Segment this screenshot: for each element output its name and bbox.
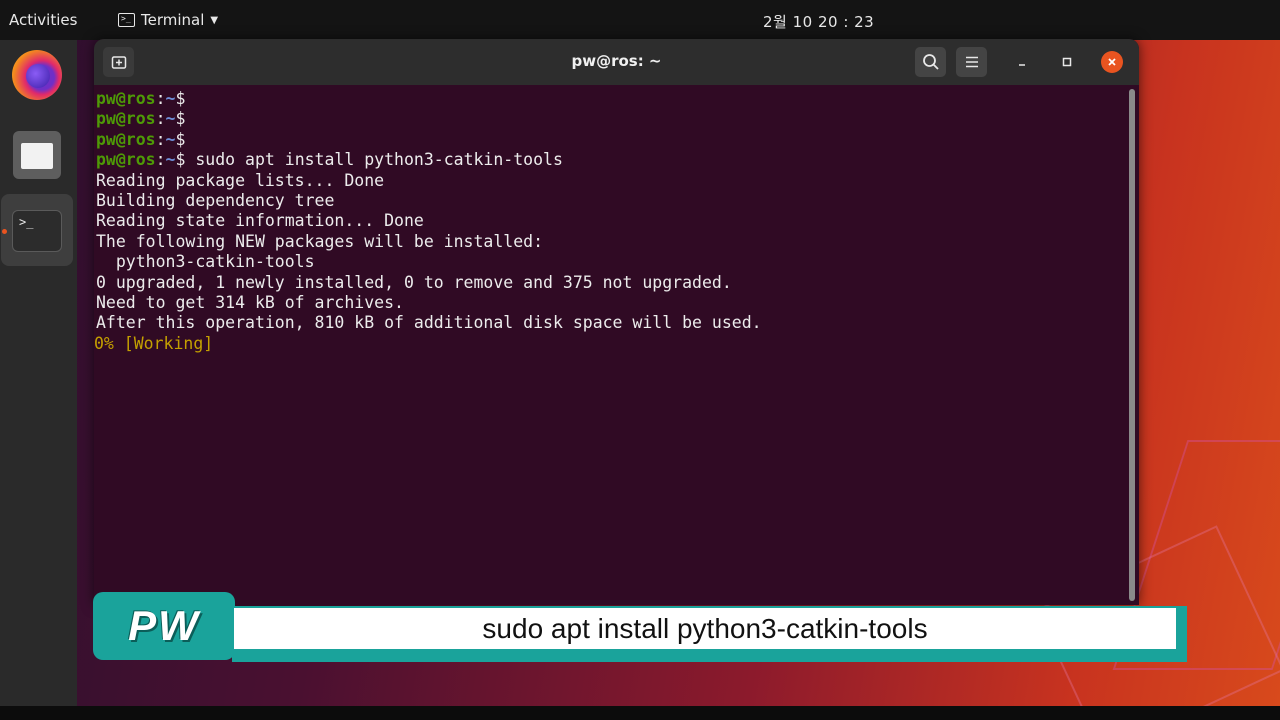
prompt-separator: : [155, 150, 166, 170]
output-line: 0 upgraded, 1 newly installed, 0 to remo… [96, 272, 732, 292]
running-indicator [2, 229, 7, 234]
prompt-path: ~ [165, 129, 176, 149]
progress-text: 0% [Working] [94, 333, 214, 353]
logo-text: PW [128, 602, 200, 649]
output-line: python3-catkin-tools [96, 252, 315, 272]
close-icon [1108, 58, 1116, 66]
caret-down-icon: ▼ [210, 14, 219, 26]
activities-button[interactable]: Activities [9, 11, 77, 29]
letterbox-bar [0, 706, 1280, 720]
prompt-path: ~ [165, 89, 176, 108]
output-line: Building dependency tree [96, 190, 335, 210]
prompt-separator: : [155, 129, 166, 149]
dock-item-files[interactable] [10, 128, 64, 182]
prompt-user: pw@ros [96, 150, 156, 170]
output-line: Reading package lists... Done [96, 170, 385, 190]
output-line: The following NEW packages will be insta… [96, 231, 544, 251]
maximize-button[interactable] [1056, 51, 1078, 73]
prompt-path: ~ [165, 109, 176, 129]
prompt-symbol: $ [175, 109, 186, 129]
minimize-button[interactable] [1011, 51, 1033, 73]
prompt-line: pw@ros:~$ [96, 130, 1126, 150]
output-line: Reading state information... Done [96, 211, 424, 231]
command-text: sudo apt install python3-catkin-tools [185, 150, 563, 170]
prompt-symbol: $ [175, 129, 186, 149]
progress-line: 0% [Working] [94, 333, 1126, 354]
dock-item-firefox[interactable] [10, 48, 64, 102]
channel-logo: PW [93, 592, 235, 660]
output-line: Need to get 314 kB of archives. [96, 292, 404, 312]
prompt-separator: : [155, 109, 166, 129]
prompt-symbol: $ [175, 150, 186, 170]
scrollbar[interactable] [1129, 89, 1135, 601]
terminal-window: pw@ros: ~ pw@ros:~$ pw@ros:~$ pw@ros:~$ … [94, 39, 1139, 605]
prompt-separator: : [155, 89, 166, 108]
clock[interactable]: 2월 10 20 : 23 [763, 11, 874, 32]
search-icon [922, 54, 939, 70]
terminal-output[interactable]: pw@ros:~$ pw@ros:~$ pw@ros:~$ pw@ros:~$ sud… [94, 85, 1126, 605]
firefox-icon [12, 50, 62, 100]
app-menu[interactable]: >_ Terminal ▼ [118, 11, 218, 29]
prompt-line: pw@ros:~$ [96, 89, 1126, 109]
app-menu-label: Terminal [141, 11, 205, 29]
top-bar: Activities >_ Terminal ▼ 2월 10 20 : 23 [0, 0, 1280, 40]
prompt-symbol: $ [175, 89, 186, 108]
minimize-icon [1019, 64, 1025, 66]
prompt-line: pw@ros:~$ [96, 109, 1126, 129]
dock-item-terminal[interactable]: >_ [10, 204, 64, 258]
output-line: After this operation, 810 kB of addition… [96, 313, 762, 333]
terminal-icon: >_ [118, 13, 135, 27]
prompt-user: pw@ros [96, 109, 156, 129]
window-titlebar[interactable]: pw@ros: ~ [94, 39, 1139, 85]
prompt-path: ~ [165, 150, 176, 170]
prompt-user: pw@ros [96, 89, 156, 108]
terminal-icon: >_ [12, 210, 62, 252]
hamburger-menu-button[interactable] [956, 47, 987, 77]
hamburger-icon [965, 56, 978, 68]
prompt-line: pw@ros:~$ sudo apt install python3-catki… [96, 150, 1126, 170]
caption-text: sudo apt install python3-catkin-tools [234, 608, 1176, 649]
search-button[interactable] [915, 47, 946, 77]
maximize-icon [1062, 57, 1072, 67]
close-button[interactable] [1101, 51, 1123, 73]
prompt-user: pw@ros [96, 129, 156, 149]
dock: >_ [0, 40, 77, 712]
folder-icon [13, 131, 61, 179]
